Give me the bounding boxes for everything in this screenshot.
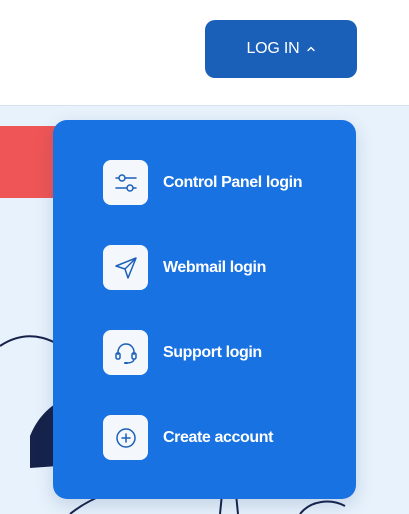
headset-icon [103,330,148,375]
chevron-up-icon [306,44,316,54]
plus-circle-icon [103,415,148,460]
login-button[interactable]: LOG IN [205,20,357,78]
login-dropdown-menu: Control Panel login Webmail login Suppor… [53,120,356,499]
menu-item-webmail-login[interactable]: Webmail login [103,245,343,290]
site-header: LOG IN [0,0,409,106]
menu-item-label: Support login [163,343,262,361]
menu-item-control-panel-login[interactable]: Control Panel login [103,160,343,205]
sliders-icon [103,160,148,205]
menu-item-create-account[interactable]: Create account [103,415,343,460]
menu-item-label: Webmail login [163,258,266,276]
menu-item-label: Control Panel login [163,173,303,191]
menu-item-support-login[interactable]: Support login [103,330,343,375]
paper-plane-icon [103,245,148,290]
menu-item-label: Create account [163,428,273,446]
login-button-label: LOG IN [246,40,300,57]
